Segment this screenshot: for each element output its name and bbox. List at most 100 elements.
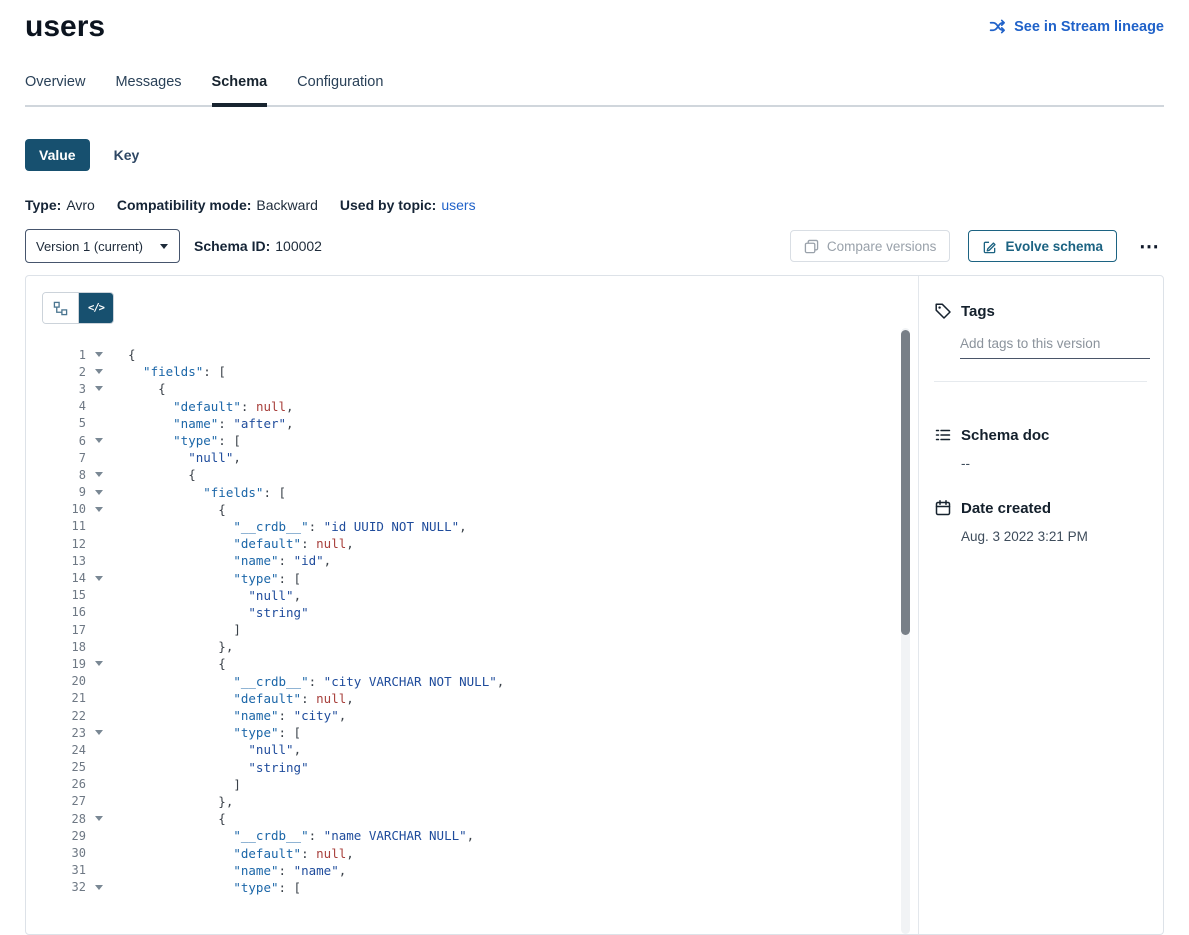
tags-header: Tags bbox=[934, 302, 1147, 320]
schema-sidebar: Tags Schema doc -- bbox=[918, 276, 1163, 934]
code-text: "type": [ bbox=[128, 725, 301, 740]
edit-icon bbox=[982, 239, 997, 254]
collapse-caret-icon[interactable] bbox=[95, 507, 103, 512]
list-icon bbox=[934, 426, 952, 444]
code-line: 16"string" bbox=[42, 604, 892, 621]
collapse-caret-icon[interactable] bbox=[95, 661, 103, 666]
code-line: 26] bbox=[42, 776, 892, 793]
toolbar-actions: Compare versions Evolve schema ⋯ bbox=[790, 230, 1164, 262]
code-line: 10{ bbox=[42, 501, 892, 518]
line-number: 31 bbox=[42, 863, 86, 877]
stream-lineage-link[interactable]: See in Stream lineage bbox=[989, 18, 1164, 35]
code-view-button[interactable]: </> bbox=[78, 293, 113, 323]
value-toggle-button[interactable]: Value bbox=[25, 139, 90, 171]
code-line: 14"type": [ bbox=[42, 569, 892, 586]
code-text: { bbox=[128, 811, 226, 826]
schema-card: </> 1{2"fields": [3{4"default": null,5"n… bbox=[25, 275, 1164, 935]
code-line: 23 "type": [ bbox=[42, 724, 892, 741]
code-line: 20"__crdb__": "city VARCHAR NOT NULL", bbox=[42, 673, 892, 690]
line-number: 27 bbox=[42, 794, 86, 808]
caret-cell bbox=[86, 576, 112, 581]
collapse-caret-icon[interactable] bbox=[95, 369, 103, 374]
topic-group: Used by topic:users bbox=[340, 197, 476, 213]
code-text: "null", bbox=[128, 450, 241, 465]
code-line: 19{ bbox=[42, 655, 892, 672]
code-line: 12 "default": null, bbox=[42, 535, 892, 552]
line-number: 16 bbox=[42, 605, 86, 619]
code-line: 31"name": "name", bbox=[42, 862, 892, 879]
code-text: }, bbox=[128, 794, 233, 809]
schema-id-label: Schema ID: bbox=[194, 238, 270, 254]
tags-section: Tags bbox=[934, 302, 1147, 359]
version-select[interactable]: Version 1 (current) bbox=[25, 229, 180, 263]
code-line: 30"default": null, bbox=[42, 844, 892, 861]
tree-view-button[interactable] bbox=[43, 293, 78, 323]
line-number: 20 bbox=[42, 674, 86, 688]
type-label: Type: bbox=[25, 197, 61, 213]
compare-versions-button[interactable]: Compare versions bbox=[790, 230, 951, 262]
compatibility-value: Backward bbox=[256, 197, 317, 213]
more-options-button[interactable]: ⋯ bbox=[1135, 234, 1164, 259]
code-line: 1{ bbox=[42, 346, 892, 363]
tab-overview[interactable]: Overview bbox=[25, 74, 85, 107]
collapse-caret-icon[interactable] bbox=[95, 352, 103, 357]
evolve-schema-button[interactable]: Evolve schema bbox=[968, 230, 1117, 262]
compare-icon bbox=[804, 239, 819, 254]
line-number: 23 bbox=[42, 726, 86, 740]
scrollbar[interactable] bbox=[901, 328, 910, 934]
code-text: "fields": [ bbox=[128, 364, 226, 379]
code-text: { bbox=[128, 467, 196, 482]
key-toggle-button[interactable]: Key bbox=[108, 139, 146, 171]
tree-view-icon bbox=[53, 301, 68, 316]
code-lines: 1{2"fields": [3{4"default": null,5"name"… bbox=[42, 346, 892, 896]
code-line: 17] bbox=[42, 621, 892, 638]
collapse-caret-icon[interactable] bbox=[95, 438, 103, 443]
version-select-wrap: Version 1 (current) bbox=[25, 229, 180, 263]
tab-schema[interactable]: Schema bbox=[212, 74, 268, 107]
page-title: users bbox=[25, 10, 105, 44]
code-line: 11"__crdb__": "id UUID NOT NULL", bbox=[42, 518, 892, 535]
line-number: 5 bbox=[42, 416, 86, 430]
code-icon: </> bbox=[88, 302, 104, 314]
caret-cell bbox=[86, 369, 112, 374]
tags-input[interactable] bbox=[960, 332, 1150, 359]
collapse-caret-icon[interactable] bbox=[95, 386, 103, 391]
code-text: "type": [ bbox=[128, 433, 241, 448]
line-number: 9 bbox=[42, 485, 86, 499]
code-text: "null", bbox=[128, 742, 301, 757]
line-number: 12 bbox=[42, 537, 86, 551]
code-text: "default": null, bbox=[128, 536, 354, 551]
caret-cell bbox=[86, 472, 112, 477]
schema-toolbar: Version 1 (current) Schema ID:100002 Com… bbox=[25, 229, 1164, 263]
line-number: 2 bbox=[42, 365, 86, 379]
code-line: 32"type": [ bbox=[42, 879, 892, 896]
collapse-caret-icon[interactable] bbox=[95, 816, 103, 821]
code-line: 6"type": [ bbox=[42, 432, 892, 449]
line-number: 26 bbox=[42, 777, 86, 791]
schema-meta-row: Type:Avro Compatibility mode:Backward Us… bbox=[25, 197, 1164, 213]
collapse-caret-icon[interactable] bbox=[95, 472, 103, 477]
line-number: 13 bbox=[42, 554, 86, 568]
code-line: 13"name": "id", bbox=[42, 552, 892, 569]
collapse-caret-icon[interactable] bbox=[95, 730, 103, 735]
tab-messages[interactable]: Messages bbox=[115, 74, 181, 107]
collapse-caret-icon[interactable] bbox=[95, 885, 103, 890]
code-text: "string" bbox=[128, 760, 309, 775]
line-number: 10 bbox=[42, 502, 86, 516]
line-number: 7 bbox=[42, 451, 86, 465]
collapse-caret-icon[interactable] bbox=[95, 490, 103, 495]
caret-cell bbox=[86, 661, 112, 666]
code-text: "default": null, bbox=[128, 846, 354, 861]
line-number: 17 bbox=[42, 623, 86, 637]
tag-icon bbox=[934, 302, 952, 320]
topic-link[interactable]: users bbox=[441, 197, 475, 213]
code-text: "name": "after", bbox=[128, 416, 294, 431]
collapse-caret-icon[interactable] bbox=[95, 576, 103, 581]
calendar-icon bbox=[934, 499, 952, 517]
code-line: 15"null", bbox=[42, 587, 892, 604]
date-created-header: Date created bbox=[934, 499, 1147, 517]
caret-cell bbox=[86, 507, 112, 512]
page-header: users See in Stream lineage bbox=[25, 0, 1164, 44]
tab-configuration[interactable]: Configuration bbox=[297, 74, 383, 107]
scrollbar-thumb[interactable] bbox=[901, 330, 910, 635]
